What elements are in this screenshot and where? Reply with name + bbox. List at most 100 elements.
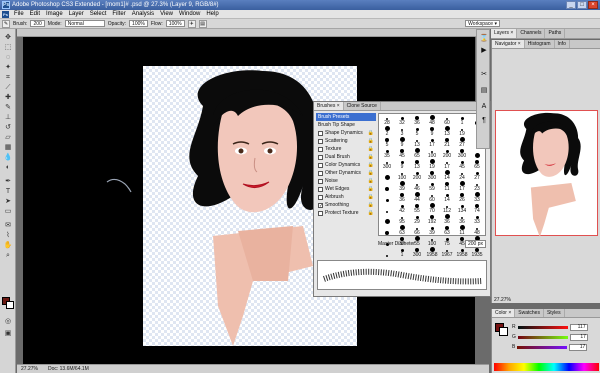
lock-icon[interactable]: 🔒 <box>368 161 374 169</box>
brush-preset[interactable]: 32 <box>395 115 409 126</box>
opacity-field[interactable]: 100% <box>129 20 148 27</box>
clone-stamp-tool-icon[interactable]: ⊥ <box>2 113 14 122</box>
brush-preset[interactable]: 45 <box>455 159 469 170</box>
brush-palette-toggle-icon[interactable]: ▤ <box>198 19 207 28</box>
screen-mode-icon[interactable]: ▣ <box>2 329 14 338</box>
brush-option-7[interactable]: Other Dynamics 🔒 <box>316 169 376 177</box>
brush-preset[interactable]: 39 <box>395 181 409 192</box>
brush-preset[interactable]: 13 <box>410 137 424 148</box>
brush-preset[interactable]: 17 <box>425 137 439 148</box>
quick-mask-icon[interactable]: ◎ <box>2 317 14 326</box>
brush-tool-preset-icon[interactable]: ✎ <box>2 19 10 28</box>
brush-preset[interactable]: 65 <box>410 148 424 159</box>
slider-track-g[interactable] <box>517 335 568 339</box>
photoshop-menu-icon[interactable]: Ps <box>2 10 9 18</box>
brush-preset[interactable] <box>380 214 394 225</box>
menu-layer[interactable]: Layer <box>66 10 87 19</box>
brush-preset[interactable] <box>380 181 394 192</box>
brush-preset[interactable]: 36 <box>440 214 454 225</box>
healing-brush-tool-icon[interactable]: ✚ <box>2 93 14 102</box>
menu-analysis[interactable]: Analysis <box>129 10 157 19</box>
brush-preset[interactable]: 48 <box>470 225 484 236</box>
brush-preset[interactable]: 134 <box>455 203 469 214</box>
color-panel-background-swatch[interactable] <box>499 327 508 336</box>
brush-option-checkbox[interactable] <box>318 178 323 184</box>
brush-preset[interactable]: 26 <box>455 192 469 203</box>
brush-preset[interactable]: 1958 <box>455 247 469 258</box>
dodge-tool-icon[interactable]: ◐ <box>2 163 14 172</box>
brush-option-checkbox[interactable] <box>318 210 323 216</box>
brush-option-11[interactable]: ✓ Smoothing 🔒 <box>316 201 376 209</box>
brush-preset[interactable]: 100 <box>425 148 439 159</box>
eyedropper-tool-icon[interactable]: ⌇ <box>2 231 14 240</box>
brush-option-checkbox[interactable] <box>318 170 323 176</box>
brush-option-10[interactable]: Airbrush 🔒 <box>316 193 376 201</box>
path-selection-tool-icon[interactable]: ➤ <box>2 197 14 206</box>
brush-tool-icon[interactable]: ✎ <box>2 103 14 112</box>
brush-preset[interactable]: 5 <box>410 126 424 137</box>
crop-tool-icon[interactable]: ⌗ <box>2 73 14 82</box>
brush-preset[interactable]: 14 <box>440 170 454 181</box>
brush-preset[interactable]: 63 <box>440 225 454 236</box>
navigator-thumbnail[interactable] <box>495 110 598 237</box>
brush-preset[interactable]: 200 <box>410 170 424 181</box>
brush-preset[interactable]: 36 <box>455 214 469 225</box>
brush-preset[interactable]: 70 <box>425 203 439 214</box>
brush-option-1[interactable]: Brush Tip Shape <box>316 121 376 129</box>
lock-icon[interactable]: 🔒 <box>368 209 374 217</box>
brush-option-checkbox[interactable] <box>318 194 323 200</box>
brush-option-5[interactable]: Dual Brush 🔒 <box>316 153 376 161</box>
brush-preset[interactable]: 23 <box>470 181 484 192</box>
lock-icon[interactable]: 🔒 <box>368 169 374 177</box>
pen-tool-icon[interactable]: ✒ <box>2 177 14 186</box>
brush-preset[interactable] <box>380 170 394 181</box>
layer-comps-panel-icon[interactable]: ▤ <box>479 86 489 96</box>
lock-icon[interactable]: 🔒 <box>368 145 374 153</box>
slider-value-g[interactable]: 17 <box>569 333 588 341</box>
minimize-button[interactable]: _ <box>566 1 576 9</box>
menu-file[interactable]: File <box>11 10 27 19</box>
brush-preset[interactable]: 36 <box>410 115 424 126</box>
lasso-tool-icon[interactable]: ◌ <box>2 53 14 62</box>
brush-option-2[interactable]: Shape Dynamics 🔒 <box>316 129 376 137</box>
brush-preset[interactable]: 66 <box>410 225 424 236</box>
type-tool-icon[interactable]: T <box>2 187 14 196</box>
history-brush-tool-icon[interactable]: ↺ <box>2 123 14 132</box>
brush-preset[interactable]: 19 <box>425 159 439 170</box>
brush-preset[interactable]: 46 <box>410 181 424 192</box>
brush-preset[interactable]: 28 <box>380 115 394 126</box>
brush-preset[interactable]: 200 <box>440 148 454 159</box>
tab-clone-source[interactable]: Clone Source <box>344 102 381 110</box>
notes-tool-icon[interactable]: ✉ <box>2 221 14 230</box>
brush-preset[interactable]: 1958 <box>425 247 439 258</box>
slider-track-b[interactable] <box>517 345 568 349</box>
airbrush-toggle-icon[interactable]: ✈ <box>187 19 196 28</box>
brush-preset[interactable]: 1 <box>395 247 409 258</box>
history-panel-icon[interactable]: ⌛ <box>479 34 489 44</box>
brush-preset[interactable]: 3 <box>395 126 409 137</box>
brush-preset[interactable]: 48 <box>425 115 439 126</box>
zoom-tool-icon[interactable]: ⌕ <box>2 251 14 260</box>
brush-preset[interactable]: 42 <box>395 203 409 214</box>
brush-preset[interactable]: 35 <box>380 148 394 159</box>
menu-view[interactable]: View <box>157 10 176 19</box>
tab-navigator[interactable]: Navigator × <box>492 40 525 48</box>
tab-color[interactable]: Color × <box>492 309 516 317</box>
tab-info[interactable]: Info <box>555 40 570 48</box>
tab-brushes[interactable]: Brushes × <box>314 102 344 110</box>
brush-preset[interactable]: 95 <box>395 214 409 225</box>
magic-wand-tool-icon[interactable]: ✦ <box>2 63 14 72</box>
slider-value-r[interactable]: 117 <box>569 323 588 331</box>
brush-preset[interactable]: 55 <box>410 203 424 214</box>
slider-track-r[interactable] <box>517 325 568 329</box>
brush-preset[interactable]: 17 <box>440 159 454 170</box>
menu-image[interactable]: Image <box>43 10 66 19</box>
lock-icon[interactable]: 🔒 <box>368 201 374 209</box>
brush-preset[interactable]: 11 <box>440 181 454 192</box>
tab-swatches[interactable]: Swatches <box>515 309 544 317</box>
maximize-button[interactable]: □ <box>577 1 587 9</box>
brush-preset[interactable]: 36 <box>395 192 409 203</box>
close-button[interactable]: × <box>588 1 598 9</box>
brush-preset[interactable]: 44 <box>410 192 424 203</box>
brush-preset[interactable]: 39 <box>425 225 439 236</box>
